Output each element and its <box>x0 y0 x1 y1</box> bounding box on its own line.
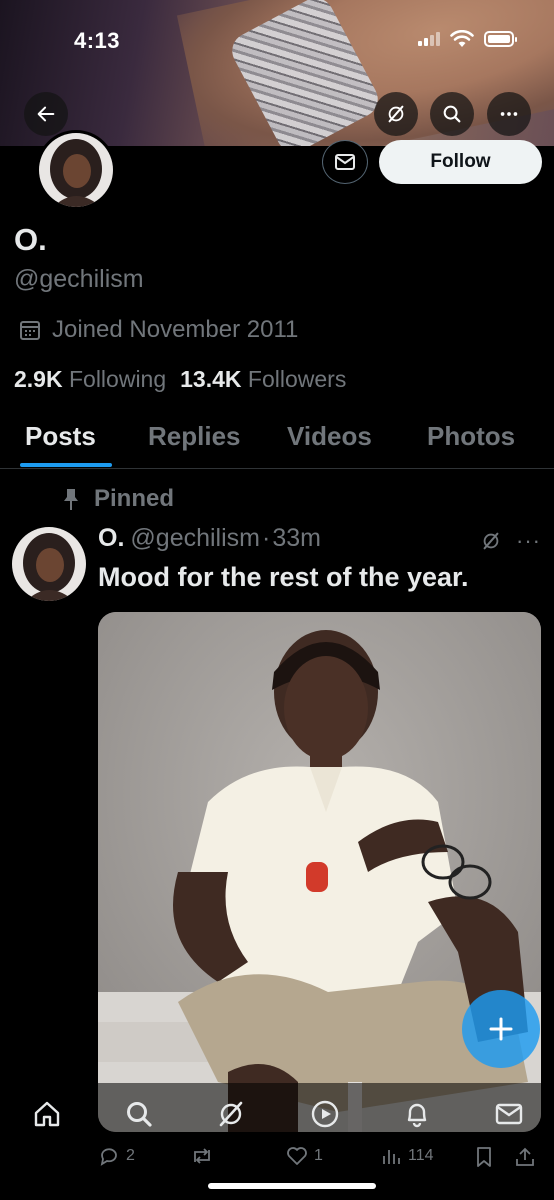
profile-tabs: Posts Replies Videos Photos <box>0 415 554 469</box>
post-header: O. @gechilism · 33m <box>98 524 321 553</box>
tab-videos[interactable]: Videos <box>287 421 372 452</box>
share-button[interactable] <box>514 1146 536 1168</box>
view-count: 114 <box>408 1147 434 1164</box>
joined-date: Joined November 2011 <box>18 316 298 344</box>
joined-label: Joined November 2011 <box>52 316 299 343</box>
calendar-icon <box>20 321 40 340</box>
nav-messages[interactable] <box>492 1097 526 1131</box>
message-button[interactable] <box>322 140 368 184</box>
grok-icon <box>483 532 499 550</box>
grok-button[interactable] <box>374 92 418 136</box>
followers-link[interactable]: 13.4K Followers <box>180 366 346 393</box>
mail-icon <box>335 154 355 170</box>
following-label: Following <box>68 366 167 392</box>
search-icon <box>127 1102 152 1127</box>
compose-post-button[interactable] <box>462 990 540 1068</box>
following-link[interactable]: 2.9K Following <box>14 366 166 393</box>
plus-icon <box>489 1017 513 1041</box>
follow-button[interactable]: Follow <box>379 140 542 184</box>
nav-search[interactable] <box>122 1097 156 1131</box>
share-icon <box>516 1147 534 1166</box>
post-text: Mood for the rest of the year. <box>98 562 469 592</box>
post-more-button[interactable]: ··· <box>516 528 541 554</box>
wifi-icon <box>450 30 474 47</box>
nav-grok[interactable] <box>214 1097 248 1131</box>
search-icon <box>443 105 461 123</box>
pin-icon <box>64 489 78 510</box>
signal-icon <box>418 32 440 46</box>
reply-count: 2 <box>126 1147 135 1164</box>
repost-icon <box>194 1148 210 1164</box>
play-icon <box>311 1100 339 1128</box>
display-name: O. <box>14 222 47 257</box>
followers-count: 13.4K <box>180 366 242 392</box>
mail-icon <box>495 1103 523 1125</box>
status-icons <box>418 30 517 48</box>
bottom-navigation <box>0 1083 554 1145</box>
post-time[interactable]: 33m <box>272 524 321 553</box>
profile-avatar[interactable] <box>36 130 116 210</box>
active-tab-indicator <box>20 463 112 467</box>
post-author-handle[interactable]: @gechilism <box>130 524 260 553</box>
bookmark-icon <box>477 1147 491 1167</box>
tab-photos[interactable]: Photos <box>427 421 515 452</box>
tab-replies[interactable]: Replies <box>148 421 241 452</box>
reply-icon <box>100 1148 117 1166</box>
post-author-avatar[interactable] <box>12 527 86 601</box>
nav-notifications[interactable] <box>400 1097 434 1131</box>
post-separator: · <box>261 524 271 552</box>
tab-posts[interactable]: Posts <box>25 421 96 452</box>
like-count: 1 <box>314 1147 323 1164</box>
pinned-label: Pinned <box>94 485 175 512</box>
following-count: 2.9K <box>14 366 63 392</box>
analytics-icon <box>383 1150 400 1164</box>
nav-home[interactable] <box>30 1097 64 1131</box>
more-horizontal-icon <box>500 112 518 116</box>
bookmark-button[interactable] <box>474 1146 494 1168</box>
repost-button[interactable] <box>190 1146 220 1166</box>
nav-video[interactable] <box>308 1097 342 1131</box>
home-icon <box>34 1101 60 1127</box>
like-button[interactable]: 1 <box>286 1146 323 1166</box>
grok-icon <box>219 1101 243 1127</box>
more-button[interactable] <box>487 92 531 136</box>
arrow-left-icon <box>37 106 55 122</box>
back-button[interactable] <box>24 92 68 136</box>
grok-icon <box>388 105 404 123</box>
heart-icon <box>287 1147 307 1165</box>
post-actions: 2 1 114 <box>0 1146 554 1174</box>
post-grok-button[interactable] <box>480 530 502 557</box>
battery-icon <box>484 31 517 47</box>
bell-icon <box>407 1103 427 1128</box>
status-time: 4:13 <box>74 28 121 53</box>
follow-stats: 2.9K Following 13.4K Followers <box>14 366 346 393</box>
reply-button[interactable]: 2 <box>98 1146 135 1166</box>
post-author-name[interactable]: O. <box>98 524 124 553</box>
user-handle: @gechilism <box>14 265 144 293</box>
home-indicator[interactable] <box>208 1183 376 1189</box>
pinned-indicator: Pinned <box>62 485 174 513</box>
followers-label: Followers <box>247 366 347 392</box>
views-button[interactable]: 114 <box>380 1146 434 1166</box>
search-button[interactable] <box>430 92 474 136</box>
